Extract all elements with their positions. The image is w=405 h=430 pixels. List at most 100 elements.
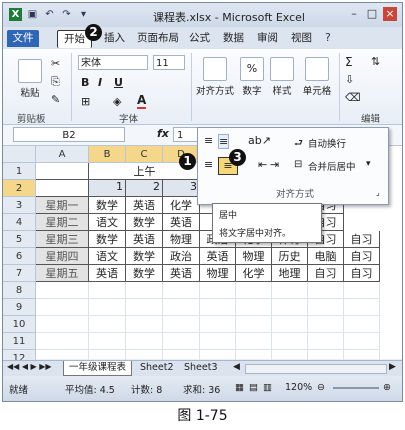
- empty-cell[interactable]: [236, 282, 272, 299]
- clear-icon[interactable]: ⌫: [345, 91, 361, 104]
- table-cell[interactable]: 历史: [272, 248, 308, 265]
- customize-toolbar-icon[interactable]: ▾: [77, 8, 90, 21]
- increase-indent-icon[interactable]: ⇥: [270, 158, 279, 171]
- row-header[interactable]: 6: [3, 248, 36, 265]
- table-cell[interactable]: 物理: [200, 265, 236, 282]
- empty-cell[interactable]: [36, 333, 89, 350]
- redo-icon[interactable]: ↷: [60, 8, 73, 21]
- empty-cell[interactable]: [344, 282, 380, 299]
- empty-cell[interactable]: [272, 333, 308, 350]
- paste-button[interactable]: 粘贴: [15, 59, 45, 99]
- empty-cell[interactable]: [36, 282, 89, 299]
- normal-view-icon[interactable]: ▦: [235, 382, 244, 393]
- table-cell[interactable]: 化学: [236, 265, 272, 282]
- table-cell[interactable]: 数学: [126, 248, 163, 265]
- empty-cell[interactable]: [308, 282, 344, 299]
- row-header[interactable]: 3: [3, 197, 36, 214]
- empty-cell[interactable]: [236, 316, 272, 333]
- row-header[interactable]: 7: [3, 265, 36, 282]
- empty-cell[interactable]: [344, 333, 380, 350]
- number-button[interactable]: % 数字: [239, 57, 265, 97]
- horizontal-scrollbar[interactable]: [245, 364, 387, 374]
- table-cell[interactable]: 物理: [236, 248, 272, 265]
- empty-cell[interactable]: [126, 299, 163, 316]
- empty-cell[interactable]: [236, 299, 272, 316]
- minimize-icon[interactable]: –: [347, 7, 361, 21]
- empty-cell[interactable]: [308, 299, 344, 316]
- day-cell[interactable]: 星期二: [36, 214, 89, 231]
- day-cell[interactable]: 星期五: [36, 265, 89, 282]
- italic-button[interactable]: I: [98, 76, 102, 89]
- tab-insert[interactable]: 插入: [98, 30, 131, 47]
- copy-icon[interactable]: ⎘: [51, 75, 60, 89]
- table-cell[interactable]: 物理: [163, 231, 200, 248]
- table-cell[interactable]: 自习: [344, 248, 380, 265]
- cells-button[interactable]: 单元格: [299, 57, 335, 97]
- empty-cell[interactable]: [89, 282, 126, 299]
- page-break-icon[interactable]: ▥: [263, 382, 272, 393]
- undo-icon[interactable]: ↶: [43, 8, 56, 21]
- empty-cell[interactable]: [126, 282, 163, 299]
- help-icon[interactable]: ?: [325, 31, 331, 44]
- insert-function-button[interactable]: fx: [157, 127, 169, 140]
- table-cell[interactable]: 英语: [126, 231, 163, 248]
- row-header[interactable]: 2: [3, 180, 36, 197]
- orientation-icon[interactable]: ab↗: [248, 134, 271, 147]
- maximize-icon[interactable]: □: [365, 7, 379, 21]
- border-icon[interactable]: ⊞: [81, 95, 90, 108]
- sheet-tab-2[interactable]: Sheet2: [135, 361, 179, 375]
- row-header[interactable]: 11: [3, 333, 36, 350]
- autosum-icon[interactable]: Σ: [345, 55, 353, 69]
- cell-a2[interactable]: [36, 180, 89, 197]
- tab-view[interactable]: 视图: [285, 30, 318, 47]
- column-header-a[interactable]: A: [36, 146, 89, 163]
- table-cell[interactable]: 英语: [126, 197, 163, 214]
- empty-cell[interactable]: [36, 316, 89, 333]
- empty-cell[interactable]: [126, 316, 163, 333]
- dialog-launcher-icon[interactable]: ⌟: [376, 188, 380, 197]
- empty-cell[interactable]: [36, 299, 89, 316]
- fill-color-icon[interactable]: ◈: [113, 95, 121, 108]
- column-header-b[interactable]: B: [89, 146, 126, 163]
- cell-c2[interactable]: 2: [126, 180, 163, 197]
- empty-cell[interactable]: [308, 316, 344, 333]
- empty-cell[interactable]: [163, 333, 200, 350]
- underline-button[interactable]: U: [114, 76, 123, 89]
- empty-cell[interactable]: [344, 299, 380, 316]
- font-color-icon[interactable]: A: [137, 93, 147, 109]
- empty-cell[interactable]: [308, 333, 344, 350]
- merge-center-button[interactable]: 合并后居中: [308, 159, 356, 173]
- tab-data[interactable]: 数据: [217, 30, 250, 47]
- tab-page-layout[interactable]: 页面布局: [131, 30, 185, 47]
- format-painter-icon[interactable]: ✎: [51, 93, 60, 106]
- empty-cell[interactable]: [163, 282, 200, 299]
- day-cell[interactable]: 星期四: [36, 248, 89, 265]
- empty-cell[interactable]: [272, 316, 308, 333]
- table-cell[interactable]: 数学: [89, 231, 126, 248]
- decrease-indent-icon[interactable]: ⇤: [258, 158, 267, 171]
- cell-b2[interactable]: 1: [89, 180, 126, 197]
- styles-button[interactable]: 样式: [269, 57, 295, 97]
- chevron-down-icon[interactable]: ▾: [366, 159, 371, 169]
- table-cell[interactable]: 英语: [200, 248, 236, 265]
- font-size-select[interactable]: 11: [153, 55, 185, 70]
- table-cell[interactable]: 政治: [163, 248, 200, 265]
- empty-cell[interactable]: [272, 299, 308, 316]
- table-cell[interactable]: 语文: [89, 248, 126, 265]
- cut-icon[interactable]: ✂: [51, 57, 60, 70]
- fill-icon[interactable]: ⇩: [345, 73, 354, 86]
- empty-cell[interactable]: [89, 299, 126, 316]
- empty-cell[interactable]: [163, 316, 200, 333]
- table-cell[interactable]: 地理: [272, 265, 308, 282]
- empty-cell[interactable]: [89, 333, 126, 350]
- day-cell[interactable]: 星期一: [36, 197, 89, 214]
- bold-button[interactable]: B: [81, 76, 89, 89]
- scroll-left-icon[interactable]: ◀: [233, 362, 240, 372]
- row-header[interactable]: 10: [3, 316, 36, 333]
- page-layout-icon[interactable]: ▤: [249, 382, 258, 393]
- name-box[interactable]: B2: [13, 127, 125, 142]
- align-top-icon[interactable]: ≡: [204, 134, 213, 147]
- zoom-out-icon[interactable]: ⊖: [317, 382, 325, 393]
- empty-cell[interactable]: [344, 316, 380, 333]
- font-name-select[interactable]: 宋体: [78, 55, 148, 70]
